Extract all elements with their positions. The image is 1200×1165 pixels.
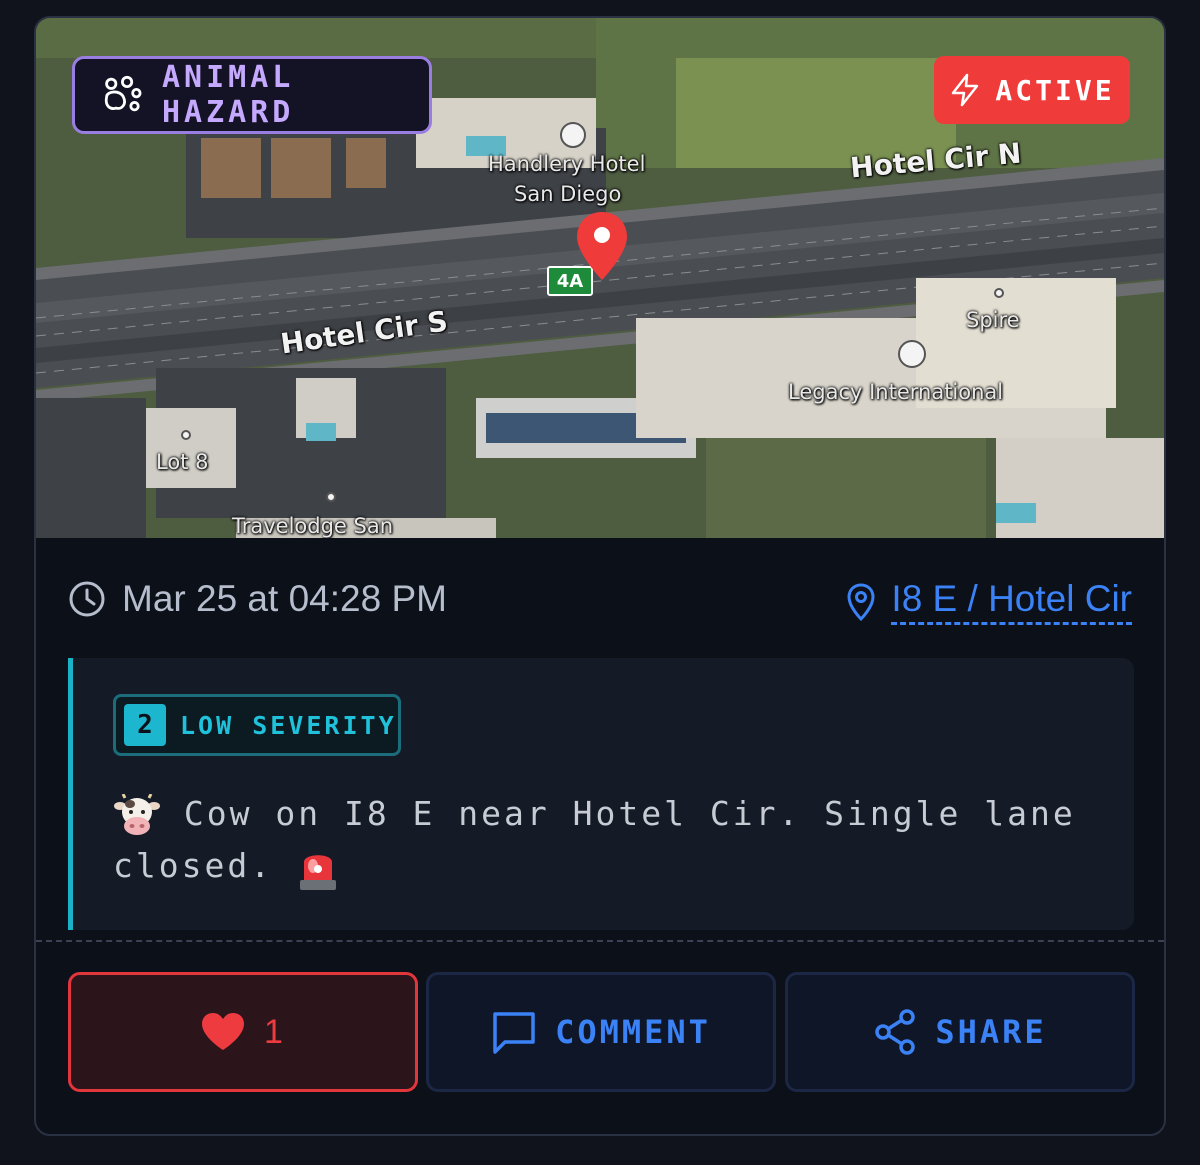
poi-label-legacy-international: Legacy International — [788, 380, 1004, 404]
incident-location[interactable]: I8 E / Hotel Cir — [845, 578, 1132, 625]
hotel-poi-icon[interactable] — [560, 122, 586, 148]
incident-time-text: Mar 25 at 04:28 PM — [122, 578, 447, 619]
share-icon — [875, 1009, 916, 1055]
incident-map[interactable]: Hotel Cir N Hotel Cir S Handlery Hotel S… — [36, 18, 1164, 538]
section-divider — [36, 940, 1164, 942]
severity-badge: 2 LOW SEVERITY — [113, 694, 401, 756]
action-bar: 1 COMMENT SHARE — [68, 972, 1135, 1092]
severity-number: 2 — [124, 704, 166, 746]
poi-label-handlery-hotel: Handlery Hotel — [488, 152, 646, 176]
comment-icon — [493, 1012, 535, 1054]
poi-label-lot-8: Lot 8 — [156, 450, 209, 474]
spire-poi-icon[interactable] — [994, 288, 1004, 298]
lightning-icon — [952, 73, 979, 107]
description-line-1: Cow on I8 E near Hotel Cir. Single lane — [183, 794, 1076, 833]
cow-face-emoji — [114, 793, 160, 835]
description-line-2: closed. — [113, 846, 274, 885]
heart-icon — [202, 1013, 245, 1050]
share-button[interactable]: SHARE — [785, 972, 1135, 1092]
like-count: 1 — [264, 1012, 286, 1051]
comment-button[interactable]: COMMENT — [426, 972, 776, 1092]
poi-label-travelodge: Travelodge San — [232, 514, 394, 538]
status-label: ACTIVE — [995, 73, 1115, 107]
like-button[interactable]: 1 — [68, 972, 418, 1092]
travelodge-poi-icon[interactable] — [326, 492, 336, 502]
paw-icon — [104, 75, 142, 112]
clock-icon — [69, 581, 105, 617]
incident-location-link[interactable]: I8 E / Hotel Cir — [891, 578, 1132, 625]
map-pin-icon — [847, 582, 875, 621]
landmark-poi-icon[interactable] — [898, 340, 926, 368]
poi-label-san-diego: San Diego — [514, 182, 622, 206]
incident-description: Cow on I8 E near Hotel Cir. Single lane … — [113, 788, 1113, 892]
incident-meta-row: Mar 25 at 04:28 PM I8 E / Hotel Cir — [36, 538, 1164, 658]
status-badge: ACTIVE — [934, 56, 1130, 124]
incident-time: Mar 25 at 04:28 PM — [68, 578, 447, 620]
incident-type-badge: ANIMAL HAZARD — [72, 56, 432, 134]
severity-label: LOW SEVERITY — [180, 710, 397, 740]
share-label: SHARE — [935, 1013, 1047, 1051]
incident-type-label: ANIMAL HAZARD — [161, 60, 295, 130]
lot-poi-icon[interactable] — [181, 430, 191, 440]
incident-card: Hotel Cir N Hotel Cir S Handlery Hotel S… — [34, 16, 1166, 1136]
poi-label-spire: Spire — [966, 308, 1020, 332]
location-pin-icon[interactable] — [574, 210, 630, 282]
police-light-emoji — [299, 854, 336, 890]
comment-label: COMMENT — [555, 1013, 711, 1051]
incident-description-box: 2 LOW SEVERITY Cow on I8 E near Hotel Ci… — [68, 658, 1134, 930]
